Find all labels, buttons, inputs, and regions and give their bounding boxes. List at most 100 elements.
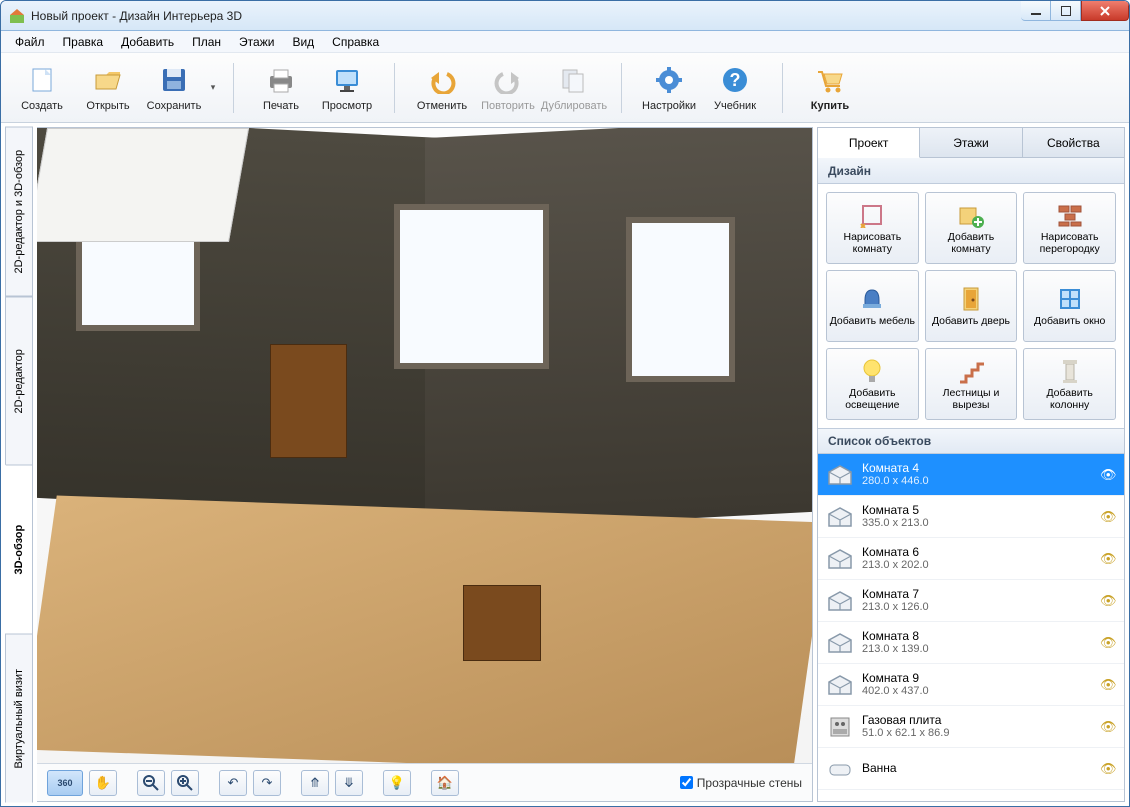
toolbar-buy-button[interactable]: Купить <box>797 58 863 118</box>
menu-view[interactable]: Вид <box>284 33 322 51</box>
object-dimensions: 280.0 x 446.0 <box>862 475 1092 488</box>
visibility-toggle-icon[interactable]: 👁 <box>1100 551 1116 567</box>
rotate-right-icon: ↷ <box>262 775 273 791</box>
visibility-toggle-icon[interactable]: 👁 <box>1100 467 1116 483</box>
object-type-icon <box>826 505 854 529</box>
add-window-button[interactable]: Добавить окно <box>1023 270 1116 342</box>
tilt-up-icon: ⤊ <box>310 775 321 791</box>
object-row[interactable]: Газовая плита51.0 x 62.1 x 86.9👁 <box>818 706 1124 748</box>
add-column-button[interactable]: Добавить колонну <box>1023 348 1116 420</box>
lighting-button[interactable]: 💡 <box>383 770 411 796</box>
transparent-walls-checkbox[interactable]: Прозрачные стены <box>680 776 802 790</box>
draw-partition-button[interactable]: Нарисовать перегородку <box>1023 192 1116 264</box>
scene-render <box>37 128 812 763</box>
design-buttons-grid: Нарисовать комнату Добавить комнату Нари… <box>818 184 1124 428</box>
object-row[interactable]: Комната 9402.0 x 437.0 👁 <box>818 664 1124 706</box>
toolbar-create-button[interactable]: Создать <box>9 58 75 118</box>
home-view-button[interactable]: 🏠 <box>431 770 459 796</box>
toolbar-print-button[interactable]: Печать <box>248 58 314 118</box>
main-area: 2D-редактор и 3D-обзор 2D-редактор 3D-об… <box>1 123 1129 806</box>
add-room-button[interactable]: Добавить комнату <box>925 192 1018 264</box>
toolbar-preview-button[interactable]: Просмотр <box>314 58 380 118</box>
zoom-out-button[interactable] <box>137 770 165 796</box>
toolbar-redo-button[interactable]: Повторить <box>475 58 541 118</box>
monitor-icon <box>331 64 363 96</box>
toolbar-save-button[interactable]: Сохранить <box>141 58 207 118</box>
vtab-2d-editor[interactable]: 2D-редактор <box>5 297 33 466</box>
view-tabs: 2D-редактор и 3D-обзор 2D-редактор 3D-об… <box>5 127 33 802</box>
visibility-toggle-icon[interactable]: 👁 <box>1100 677 1116 693</box>
toolbar-separator <box>233 63 234 113</box>
close-button[interactable] <box>1081 1 1129 21</box>
visibility-toggle-icon[interactable]: 👁 <box>1100 509 1116 525</box>
stairs-cutouts-button[interactable]: Лестницы и вырезы <box>925 348 1018 420</box>
object-type-icon <box>826 715 854 739</box>
toolbar-separator <box>394 63 395 113</box>
menu-edit[interactable]: Правка <box>55 33 112 51</box>
app-window: Новый проект - Дизайн Интерьера 3D Файл … <box>0 0 1130 807</box>
window-icon <box>1056 285 1084 313</box>
viewport-container: 360 ✋ ↶ ↷ ⤊ ⤋ 💡 🏠 Прозрачные стены <box>37 127 813 802</box>
minimize-button[interactable] <box>1021 1 1051 21</box>
toolbar-tutorial-button[interactable]: ? Учебник <box>702 58 768 118</box>
zoom-in-button[interactable] <box>171 770 199 796</box>
menu-floors[interactable]: Этажи <box>231 33 282 51</box>
object-name: Комната 5 <box>862 503 1092 517</box>
menu-add[interactable]: Добавить <box>113 33 182 51</box>
object-dimensions: 51.0 x 62.1 x 86.9 <box>862 727 1092 740</box>
rotate-left-button[interactable]: ↶ <box>219 770 247 796</box>
object-row[interactable]: Комната 6213.0 x 202.0👁 <box>818 538 1124 580</box>
rotate-right-button[interactable]: ↷ <box>253 770 281 796</box>
draw-room-button[interactable]: Нарисовать комнату <box>826 192 919 264</box>
orbit-360-button[interactable]: 360 <box>47 770 83 796</box>
save-dropdown-arrow[interactable]: ▾ <box>207 82 219 93</box>
new-file-icon <box>26 64 58 96</box>
hand-icon: ✋ <box>95 775 111 791</box>
object-type-icon <box>826 673 854 697</box>
object-row[interactable]: Комната 7213.0 x 126.0 👁 <box>818 580 1124 622</box>
object-row[interactable]: Комната 8213.0 x 139.0 👁 <box>818 622 1124 664</box>
toolbar-duplicate-button[interactable]: Дублировать <box>541 58 607 118</box>
visibility-toggle-icon[interactable]: 👁 <box>1100 593 1116 609</box>
visibility-toggle-icon[interactable]: 👁 <box>1100 761 1116 777</box>
visibility-toggle-icon[interactable]: 👁 <box>1100 719 1116 735</box>
object-label: Комната 9402.0 x 437.0 <box>862 671 1092 699</box>
vtab-virtual-visit[interactable]: Виртуальный визит <box>5 634 33 803</box>
tab-floors[interactable]: Этажи <box>920 128 1022 158</box>
toolbar-open-button[interactable]: Открыть <box>75 58 141 118</box>
object-row[interactable]: Комната 4280.0 x 446.0👁 <box>818 454 1124 496</box>
add-furniture-button[interactable]: Добавить мебель <box>826 270 919 342</box>
gear-icon <box>653 64 685 96</box>
draw-room-icon <box>858 201 886 229</box>
tab-properties[interactable]: Свойства <box>1023 128 1124 158</box>
menu-help[interactable]: Справка <box>324 33 387 51</box>
vtab-2d-3d-combo[interactable]: 2D-редактор и 3D-обзор <box>5 127 33 297</box>
vtab-3d-view[interactable]: 3D-обзор <box>5 465 33 634</box>
menu-plan[interactable]: План <box>184 33 229 51</box>
window-title: Новый проект - Дизайн Интерьера 3D <box>31 9 1021 23</box>
toolbar-settings-button[interactable]: Настройки <box>636 58 702 118</box>
tilt-up-button[interactable]: ⤊ <box>301 770 329 796</box>
add-door-button[interactable]: Добавить дверь <box>925 270 1018 342</box>
window-controls <box>1021 1 1129 30</box>
visibility-toggle-icon[interactable]: 👁 <box>1100 635 1116 651</box>
transparent-walls-input[interactable] <box>680 776 693 789</box>
object-row[interactable]: Комната 5335.0 x 213.0 👁 <box>818 496 1124 538</box>
object-list[interactable]: Комната 4280.0 x 446.0👁Комната 5335.0 x … <box>818 454 1124 801</box>
object-label: Комната 5335.0 x 213.0 <box>862 503 1092 531</box>
add-lighting-button[interactable]: Добавить освещение <box>826 348 919 420</box>
object-label: Комната 7213.0 x 126.0 <box>862 587 1092 615</box>
object-row[interactable]: Ванна👁 <box>818 748 1124 790</box>
tab-project[interactable]: Проект <box>818 128 920 158</box>
menu-file[interactable]: Файл <box>7 33 53 51</box>
toolbar-undo-button[interactable]: Отменить <box>409 58 475 118</box>
home-icon: 🏠 <box>437 775 453 791</box>
pan-button[interactable]: ✋ <box>89 770 117 796</box>
object-label: Комната 8213.0 x 139.0 <box>862 629 1092 657</box>
undo-icon <box>426 64 458 96</box>
object-name: Комната 7 <box>862 587 1092 601</box>
maximize-button[interactable] <box>1051 1 1081 21</box>
tilt-down-button[interactable]: ⤋ <box>335 770 363 796</box>
3d-viewport[interactable] <box>37 128 812 763</box>
object-type-icon <box>826 757 854 781</box>
